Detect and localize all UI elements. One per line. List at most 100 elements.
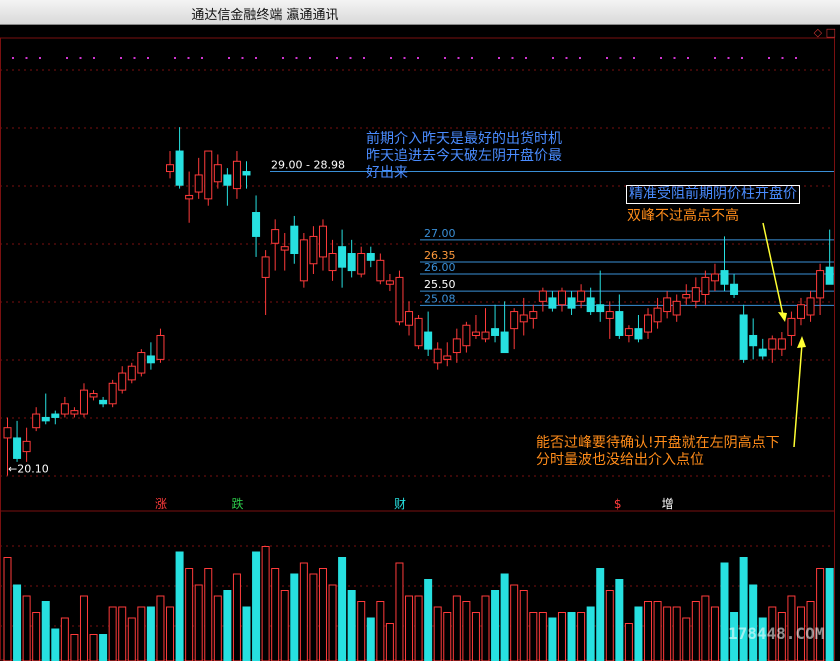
marker-dot <box>12 57 14 59</box>
candle-body <box>299 239 308 282</box>
annotation-line: 好出来 <box>366 165 408 181</box>
volume-bar <box>385 623 394 661</box>
volume-bar <box>376 601 385 661</box>
volume-bar <box>213 595 222 661</box>
volume-bar <box>586 606 595 661</box>
event-tag: $ <box>614 497 622 511</box>
candle-body <box>22 440 31 453</box>
annotation-entry-note: 前期介入昨天是最好的出货时机 昨天追进去今天破左阴开盘价最 好出来 <box>366 131 562 182</box>
candle-body <box>309 235 318 265</box>
candle-body <box>816 270 825 299</box>
candle-body <box>519 314 528 323</box>
candle-body <box>328 253 337 272</box>
candle-body <box>758 348 767 357</box>
candle-body <box>768 338 777 350</box>
candle-body <box>672 300 681 316</box>
marker-dot <box>282 57 284 59</box>
candle-body <box>710 273 719 282</box>
volume-bar <box>223 590 232 661</box>
candle-body <box>242 171 251 176</box>
candle-body <box>471 331 480 336</box>
candle-body <box>213 164 222 183</box>
volume-bar <box>156 595 165 661</box>
volume-bar <box>529 612 538 661</box>
volume-bar <box>414 595 423 661</box>
volume-bar <box>395 562 404 661</box>
volume-bar <box>405 595 414 661</box>
marker-dot <box>781 57 784 59</box>
candle-body <box>137 352 146 374</box>
candle-body <box>366 253 375 261</box>
marker-dot <box>687 57 689 59</box>
candle-body <box>79 389 88 415</box>
candle-body <box>3 427 12 439</box>
volume-bar <box>567 612 576 661</box>
volume-bar <box>500 573 509 661</box>
volume-bar <box>194 584 203 661</box>
marker-dot <box>133 57 136 59</box>
marker-dot <box>93 57 95 59</box>
candle-body <box>739 314 748 360</box>
volume-bar <box>204 568 213 661</box>
annotation-line: 能否过峰要待确认!开盘就在左阴高点下 <box>536 435 780 451</box>
volume-bar <box>653 601 662 661</box>
volume-bar <box>538 612 547 661</box>
annotation-breakout-note: 能否过峰要待确认!开盘就在左阴高点下 分时量波也没给出介入点位 <box>536 435 780 469</box>
candle-body <box>825 266 834 285</box>
volume-bar <box>510 584 519 661</box>
candle-body <box>51 413 60 418</box>
annotation-double-peak: 双峰不过高点不高 <box>627 208 739 224</box>
volume-bar <box>644 601 653 661</box>
candle-body <box>204 150 213 200</box>
volume-bar <box>232 573 241 661</box>
candle-body <box>567 297 576 309</box>
volume-bar <box>663 606 672 661</box>
candle-body <box>720 270 729 285</box>
volume-bar <box>32 612 41 661</box>
marker-dot <box>673 57 676 59</box>
price-label: 25.50 <box>424 278 456 291</box>
price-label: ←20.10 <box>8 463 49 476</box>
annotation-line: 分时量波也没给出介入点位 <box>536 452 704 468</box>
title-bar: 通达信金融终端 瀛通通讯 <box>0 0 840 25</box>
volume-bar <box>424 579 433 661</box>
candle-body <box>357 253 366 275</box>
candle-body <box>624 328 633 336</box>
candle-body <box>557 290 566 306</box>
candle-body <box>175 150 184 186</box>
volume-bar <box>41 601 50 661</box>
candle-body <box>605 311 614 319</box>
volume-bar <box>185 568 194 661</box>
volume-bar <box>252 551 261 661</box>
candle-body <box>787 317 796 336</box>
volume-bar <box>51 628 60 661</box>
marker-dot <box>79 57 82 59</box>
volume-bar <box>338 557 347 661</box>
marker-dot <box>363 57 365 59</box>
candle-body <box>491 328 500 336</box>
volume-bar <box>89 634 98 661</box>
event-tag: 财 <box>394 497 406 511</box>
candle-body <box>376 259 385 282</box>
candle-body <box>653 307 662 323</box>
price-label: 26.00 <box>424 261 456 274</box>
marker-dot <box>228 57 230 59</box>
candle-body <box>146 355 155 364</box>
marker-dot <box>403 57 406 59</box>
marker-dot <box>498 57 500 59</box>
candlestick-chart[interactable]: 29.00 - 28.9827.0026.3526.0025.5025.08←2… <box>0 24 840 661</box>
marker-dot <box>309 57 311 59</box>
candle-body <box>796 304 805 319</box>
volume-bar <box>710 606 719 661</box>
candle-body <box>596 304 605 313</box>
candle-body <box>166 164 175 173</box>
volume-bar <box>146 606 155 661</box>
candle-body <box>395 276 404 323</box>
marker-dot <box>511 57 514 59</box>
volume-bar <box>481 595 490 661</box>
marker-dot <box>457 57 460 59</box>
volume-bar <box>299 562 308 661</box>
volume-bar <box>309 573 318 661</box>
candle-body <box>433 348 442 364</box>
candle-body <box>586 297 595 313</box>
